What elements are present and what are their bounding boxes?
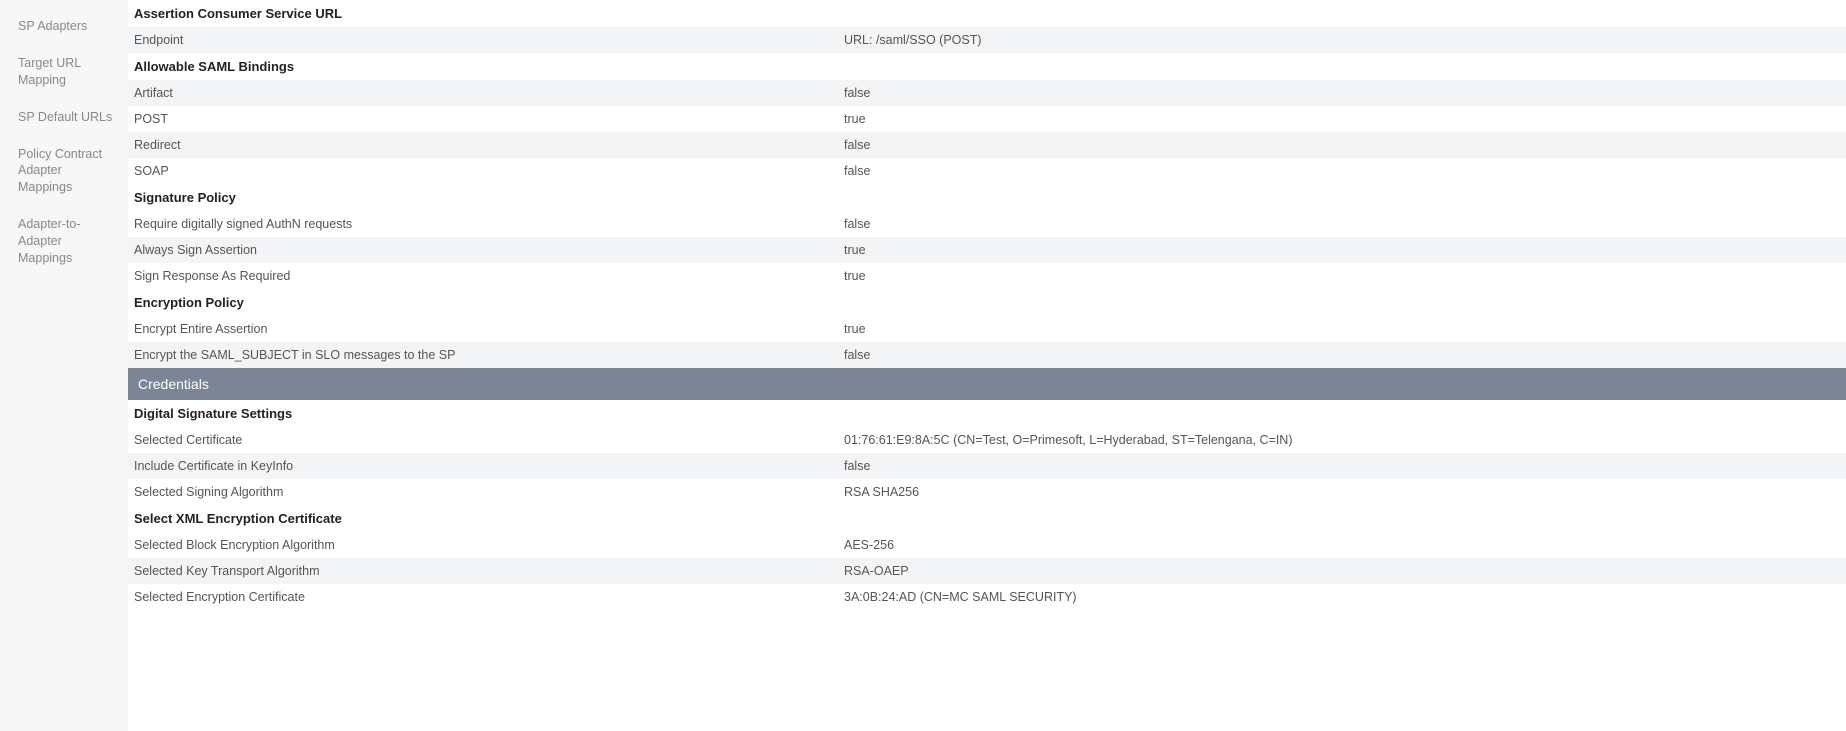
credentials-band: Credentials <box>128 368 1846 400</box>
bindings-redirect-row: Redirect false <box>128 132 1846 158</box>
digsig-sel-alg-label: Selected Signing Algorithm <box>134 485 844 499</box>
digsig-inc-cert-value: false <box>844 459 1838 473</box>
bindings-heading: Allowable SAML Bindings <box>128 53 1846 80</box>
sigpolicy-sign-resp-value: true <box>844 269 1838 283</box>
xmlenc-block-label: Selected Block Encryption Algorithm <box>134 538 844 552</box>
sigpolicy-sign-resp-label: Sign Response As Required <box>134 269 844 283</box>
xmlenc-block-row: Selected Block Encryption Algorithm AES-… <box>128 532 1846 558</box>
bindings-artifact-value: false <box>844 86 1838 100</box>
digsig-sel-alg-value: RSA SHA256 <box>844 485 1838 499</box>
sigpolicy-req-signed-label: Require digitally signed AuthN requests <box>134 217 844 231</box>
bindings-artifact-label: Artifact <box>134 86 844 100</box>
encpolicy-entire-row: Encrypt Entire Assertion true <box>128 316 1846 342</box>
digsig-heading: Digital Signature Settings <box>128 400 1846 427</box>
bindings-soap-value: false <box>844 164 1838 178</box>
sigpolicy-always-sign-row: Always Sign Assertion true <box>128 237 1846 263</box>
sidebar: SP Adapters Target URL Mapping SP Defaul… <box>0 0 128 731</box>
sigpolicy-always-sign-value: true <box>844 243 1838 257</box>
acs-endpoint-row: Endpoint URL: /saml/SSO (POST) <box>128 27 1846 53</box>
sidebar-item-target-url-mapping[interactable]: Target URL Mapping <box>18 55 118 89</box>
bindings-artifact-row: Artifact false <box>128 80 1846 106</box>
digsig-inc-cert-label: Include Certificate in KeyInfo <box>134 459 844 473</box>
acs-endpoint-label: Endpoint <box>134 33 844 47</box>
xmlenc-enc-cert-label: Selected Encryption Certificate <box>134 590 844 604</box>
xmlenc-key-trans-label: Selected Key Transport Algorithm <box>134 564 844 578</box>
sidebar-item-policy-contract-adapter-mappings[interactable]: Policy Contract Adapter Mappings <box>18 146 118 197</box>
digsig-inc-cert-row: Include Certificate in KeyInfo false <box>128 453 1846 479</box>
bindings-post-row: POST true <box>128 106 1846 132</box>
sidebar-item-sp-default-urls[interactable]: SP Default URLs <box>18 109 118 126</box>
sigpolicy-req-signed-value: false <box>844 217 1838 231</box>
sigpolicy-req-signed-row: Require digitally signed AuthN requests … <box>128 211 1846 237</box>
digsig-sel-cert-row: Selected Certificate 01:76:61:E9:8A:5C (… <box>128 427 1846 453</box>
xmlenc-enc-cert-value: 3A:0B:24:AD (CN=MC SAML SECURITY) <box>844 590 1838 604</box>
digsig-sel-alg-row: Selected Signing Algorithm RSA SHA256 <box>128 479 1846 505</box>
main-content: Assertion Consumer Service URL Endpoint … <box>128 0 1846 731</box>
bindings-soap-label: SOAP <box>134 164 844 178</box>
xmlenc-key-trans-row: Selected Key Transport Algorithm RSA-OAE… <box>128 558 1846 584</box>
encpolicy-subject-label: Encrypt the SAML_SUBJECT in SLO messages… <box>134 348 844 362</box>
acs-heading: Assertion Consumer Service URL <box>128 0 1846 27</box>
encpolicy-subject-value: false <box>844 348 1838 362</box>
bindings-post-value: true <box>844 112 1838 126</box>
sidebar-item-sp-adapters[interactable]: SP Adapters <box>18 18 118 35</box>
xmlenc-key-trans-value: RSA-OAEP <box>844 564 1838 578</box>
bindings-redirect-label: Redirect <box>134 138 844 152</box>
bindings-soap-row: SOAP false <box>128 158 1846 184</box>
bindings-redirect-value: false <box>844 138 1838 152</box>
acs-endpoint-value: URL: /saml/SSO (POST) <box>844 33 1838 47</box>
sigpolicy-heading: Signature Policy <box>128 184 1846 211</box>
sigpolicy-always-sign-label: Always Sign Assertion <box>134 243 844 257</box>
digsig-sel-cert-value: 01:76:61:E9:8A:5C (CN=Test, O=Primesoft,… <box>844 433 1838 447</box>
bindings-post-label: POST <box>134 112 844 126</box>
encpolicy-entire-label: Encrypt Entire Assertion <box>134 322 844 336</box>
xmlenc-enc-cert-row: Selected Encryption Certificate 3A:0B:24… <box>128 584 1846 610</box>
sigpolicy-sign-resp-row: Sign Response As Required true <box>128 263 1846 289</box>
digsig-sel-cert-label: Selected Certificate <box>134 433 844 447</box>
encpolicy-entire-value: true <box>844 322 1838 336</box>
encpolicy-subject-row: Encrypt the SAML_SUBJECT in SLO messages… <box>128 342 1846 368</box>
xmlenc-heading: Select XML Encryption Certificate <box>128 505 1846 532</box>
xmlenc-block-value: AES-256 <box>844 538 1838 552</box>
encpolicy-heading: Encryption Policy <box>128 289 1846 316</box>
sidebar-item-adapter-to-adapter-mappings[interactable]: Adapter-to-Adapter Mappings <box>18 216 118 267</box>
